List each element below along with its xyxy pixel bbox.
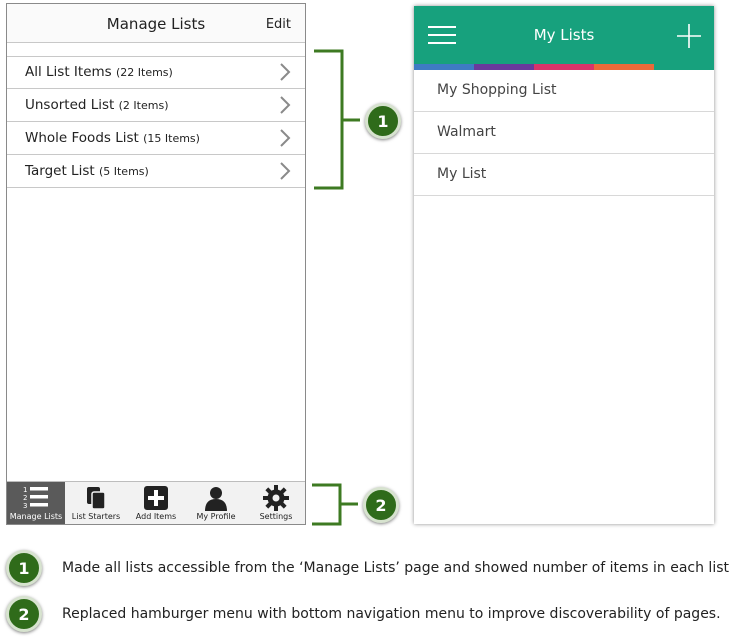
badge-number: 2 bbox=[18, 605, 30, 624]
callout-badge-1: 1 bbox=[365, 103, 401, 139]
note-text-2: Replaced hamburger menu with bottom navi… bbox=[62, 606, 721, 622]
plus-box-icon bbox=[144, 486, 168, 510]
numbered-list-icon: 1 2 3 bbox=[23, 486, 48, 509]
list-item-my-list[interactable]: My List bbox=[414, 154, 714, 196]
tab-label: Settings bbox=[259, 512, 293, 521]
chevron-right-icon bbox=[280, 129, 291, 147]
list-name: Unsorted List bbox=[25, 97, 115, 113]
list-row-label: All List Items (22 Items) bbox=[25, 64, 173, 80]
list-row-label: Unsorted List (2 Items) bbox=[25, 97, 169, 113]
chevron-right-icon bbox=[280, 96, 291, 114]
list-item-label: Walmart bbox=[437, 124, 496, 140]
list-row-all-items[interactable]: All List Items (22 Items) bbox=[7, 56, 305, 89]
person-icon bbox=[205, 487, 227, 511]
badge-number: 1 bbox=[18, 559, 30, 578]
badge-number: 1 bbox=[377, 112, 389, 131]
manage-lists-list: All List Items (22 Items) Unsorted List … bbox=[7, 56, 305, 188]
svg-text:1: 1 bbox=[23, 486, 27, 494]
tab-settings[interactable]: Settings bbox=[247, 482, 305, 524]
list-row-label: Whole Foods List (15 Items) bbox=[25, 130, 200, 146]
svg-text:3: 3 bbox=[23, 502, 27, 509]
list-item-label: My Shopping List bbox=[437, 82, 557, 98]
gear-icon bbox=[263, 485, 289, 511]
tab-add-items[interactable]: Add Items bbox=[127, 482, 185, 524]
callout-bracket-2 bbox=[312, 483, 358, 526]
callout-bracket-1 bbox=[314, 49, 360, 190]
my-lists-list: My Shopping List Walmart My List bbox=[414, 70, 714, 196]
tab-label: List Starters bbox=[71, 512, 121, 521]
page-title: My Lists bbox=[533, 26, 595, 44]
list-item-walmart[interactable]: Walmart bbox=[414, 112, 714, 154]
note-text-1: Made all lists accessible from the ‘Mana… bbox=[62, 560, 729, 576]
documents-icon bbox=[87, 487, 106, 510]
list-row-target[interactable]: Target List (5 Items) bbox=[7, 155, 305, 188]
list-row-whole-foods[interactable]: Whole Foods List (15 Items) bbox=[7, 122, 305, 155]
list-name: All List Items bbox=[25, 64, 112, 80]
section-spacer bbox=[7, 43, 305, 57]
chevron-right-icon bbox=[280, 63, 291, 81]
nav-bar: Manage Lists Edit bbox=[7, 4, 305, 43]
item-count: (15 Items) bbox=[143, 132, 200, 145]
chevron-right-icon bbox=[280, 162, 291, 180]
list-item-label: My List bbox=[437, 166, 487, 182]
list-item-my-shopping-list[interactable]: My Shopping List bbox=[414, 70, 714, 112]
tab-list-starters[interactable]: List Starters bbox=[67, 482, 125, 524]
tab-label: Add Items bbox=[135, 512, 177, 521]
list-name: Target List bbox=[25, 163, 95, 179]
item-count: (5 Items) bbox=[98, 165, 149, 178]
callout-badge-2: 2 bbox=[363, 487, 399, 523]
list-row-unsorted[interactable]: Unsorted List (2 Items) bbox=[7, 89, 305, 122]
page-title: Manage Lists bbox=[106, 15, 206, 33]
my-lists-screen: My Lists My Shopping List Walmart My Lis… bbox=[414, 6, 714, 524]
edit-button[interactable]: Edit bbox=[266, 17, 291, 32]
add-list-plus-icon[interactable] bbox=[676, 23, 702, 49]
tab-manage-lists[interactable]: 1 2 3 Manage Lists bbox=[7, 482, 65, 524]
note-badge-1: 1 bbox=[6, 550, 42, 586]
svg-text:2: 2 bbox=[23, 494, 27, 502]
bottom-navigation: 1 2 3 Manage Lists List Starters Add Ite… bbox=[7, 481, 305, 524]
list-row-label: Target List (5 Items) bbox=[25, 163, 149, 179]
list-name: Whole Foods List bbox=[25, 130, 139, 146]
badge-number: 2 bbox=[375, 496, 387, 515]
tab-label: My Profile bbox=[196, 512, 236, 521]
header-bar: My Lists bbox=[414, 6, 714, 64]
item-count: (22 Items) bbox=[115, 66, 173, 79]
tab-label: Manage Lists bbox=[9, 512, 63, 521]
manage-lists-screen: Manage Lists Edit All List Items (22 Ite… bbox=[6, 3, 306, 525]
item-count: (2 Items) bbox=[118, 99, 169, 112]
tab-my-profile[interactable]: My Profile bbox=[187, 482, 245, 524]
note-badge-2: 2 bbox=[6, 596, 42, 632]
